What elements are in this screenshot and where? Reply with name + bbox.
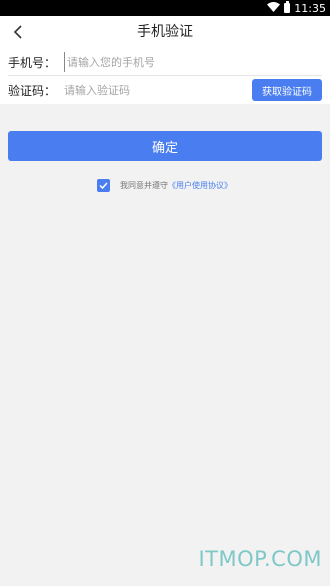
get-code-button[interactable]: 获取验证码 — [252, 79, 322, 101]
agreement-link[interactable]: 《用户使用协议》 — [168, 180, 232, 191]
watermark: ITMOP.COM — [198, 547, 322, 571]
status-time: 11:35 — [294, 1, 326, 15]
phone-row: 手机号： — [0, 48, 330, 76]
code-input[interactable] — [64, 80, 244, 100]
wifi-icon — [267, 1, 281, 15]
code-row: 验证码： 获取验证码 — [0, 76, 330, 104]
agreement: 我同意并遵守 《用户使用协议》 — [97, 178, 232, 192]
phone-input[interactable] — [64, 52, 317, 72]
agreement-text: 我同意并遵守 — [120, 180, 168, 190]
check-icon — [99, 181, 108, 189]
phone-label: 手机号： — [8, 55, 57, 70]
status-icons: 11:35 — [267, 0, 326, 16]
confirm-button[interactable]: 确定 — [8, 131, 322, 161]
status-bar: 11:35 — [0, 0, 330, 16]
nav-bar: 手机验证 — [0, 16, 330, 48]
code-label: 验证码： — [8, 83, 57, 98]
battery-icon — [284, 1, 291, 13]
verification-form: 手机号： 验证码： 获取验证码 — [0, 48, 330, 104]
agree-checkbox[interactable] — [97, 178, 110, 192]
page-title: 手机验证 — [137, 24, 193, 40]
